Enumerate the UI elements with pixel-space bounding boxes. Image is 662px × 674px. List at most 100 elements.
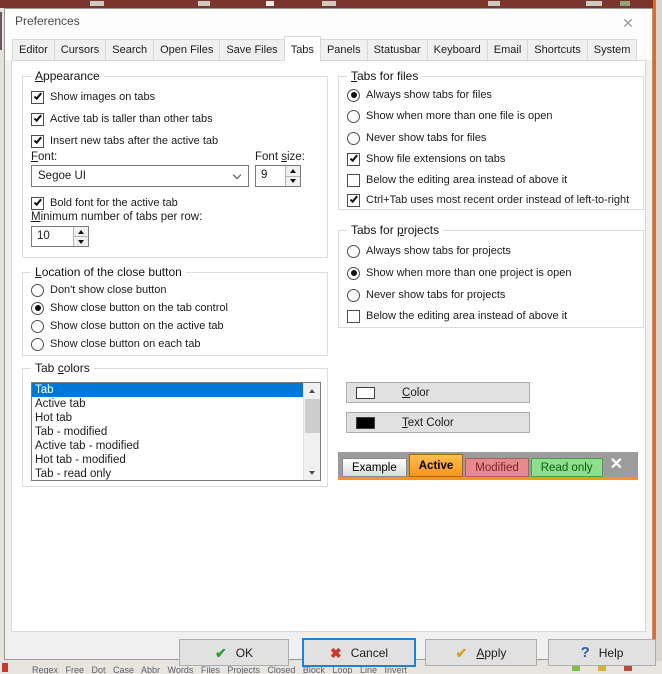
spin-down-icon[interactable] (285, 176, 300, 187)
checkbox-icon (347, 153, 360, 166)
preview-tab-readonly: Read only (531, 458, 603, 477)
show-extensions-checkbox[interactable]: Show file extensions on tabs (347, 151, 505, 167)
tab-panels[interactable]: Panels (320, 39, 368, 60)
color-swatch-icon (356, 387, 375, 399)
checkbox-icon (31, 197, 44, 210)
tabs-for-files-title: Tabs for files (347, 69, 422, 83)
tab-tabs[interactable]: Tabs (284, 36, 321, 61)
spin-down-icon[interactable] (73, 236, 88, 246)
list-item[interactable]: Tab - read only (32, 467, 303, 481)
list-item[interactable]: Hot tab - modified (32, 453, 303, 467)
help-button[interactable]: ? Help (548, 639, 656, 666)
font-select[interactable]: Segoe UI (31, 165, 249, 187)
tab-system[interactable]: System (587, 39, 638, 60)
preview-accent-stripe (338, 477, 638, 480)
radio-close-on-tab-control[interactable]: Show close button on the tab control (31, 300, 228, 316)
radio-never-show-project-tabs[interactable]: Never show tabs for projects (347, 287, 505, 303)
radio-close-on-each-tab[interactable]: Show close button on each tab (31, 336, 200, 352)
tab-open-files[interactable]: Open Files (153, 39, 220, 60)
list-scrollbar[interactable] (303, 383, 320, 480)
list-item[interactable]: Active tab - modified (32, 439, 303, 453)
tab-cursors[interactable]: Cursors (54, 39, 107, 60)
bold-active-tab-checkbox[interactable]: Bold font for the active tab (31, 195, 178, 211)
gold-check-icon: ✔ (456, 646, 468, 660)
cancel-button[interactable]: ✖ Cancel (302, 638, 416, 667)
tab-save-files[interactable]: Save Files (219, 39, 284, 60)
color-button[interactable]: Color (346, 382, 530, 403)
min-tabs-stepper[interactable]: 10 (31, 226, 89, 247)
tab-editor[interactable]: Editor (12, 39, 55, 60)
preview-tabs: Example Active Modified Read only (342, 454, 603, 477)
preferences-tabstrip: Editor Cursors Search Open Files Save Fi… (12, 34, 636, 60)
topbar-icon (322, 1, 336, 6)
checkbox-icon (31, 113, 44, 126)
radio-icon (347, 245, 360, 258)
tab-email[interactable]: Email (487, 39, 529, 60)
radio-dont-show-close[interactable]: Don't show close button (31, 282, 166, 298)
dialog-header: Preferences ✕ Editor Cursors Search Open… (5, 9, 652, 60)
topbar-icon (620, 1, 630, 6)
topbar-icon (266, 1, 274, 6)
tab-colors-group: Tab colors Tab Active tab Hot tab Tab - … (22, 368, 328, 487)
topbar-icon (198, 1, 210, 6)
tab-shortcuts[interactable]: Shortcuts (527, 39, 587, 60)
tab-colors-group-title: Tab colors (31, 361, 94, 375)
radio-icon (31, 284, 44, 297)
apply-button[interactable]: ✔ Apply (425, 639, 537, 666)
topbar-icon (488, 1, 500, 6)
font-size-stepper[interactable]: 9 (255, 165, 301, 187)
radio-never-show-file-tabs[interactable]: Never show tabs for files (347, 130, 486, 146)
topbar-icon (90, 1, 104, 6)
checkbox-icon (31, 135, 44, 148)
radio-show-when-more-projects[interactable]: Show when more than one project is open (347, 265, 571, 281)
text-color-swatch-icon (356, 417, 375, 429)
list-item[interactable]: Hot tab (32, 411, 303, 425)
font-size-value: 9 (261, 166, 267, 185)
radio-close-on-active-tab[interactable]: Show close button on the active tab (31, 318, 224, 334)
spin-up-icon[interactable] (73, 227, 88, 236)
radio-always-show-file-tabs[interactable]: Always show tabs for files (347, 87, 492, 103)
spin-up-icon[interactable] (285, 166, 300, 176)
radio-icon (347, 89, 360, 102)
preferences-dialog: Preferences ✕ Editor Cursors Search Open… (4, 8, 653, 660)
ctrl-tab-order-checkbox[interactable]: Ctrl+Tab uses most recent order instead … (347, 192, 629, 208)
tab-search[interactable]: Search (105, 39, 154, 60)
radio-icon (347, 110, 360, 123)
text-color-button[interactable]: Text Color (346, 412, 530, 433)
ok-button[interactable]: ✔ OK (179, 639, 289, 666)
scroll-down-icon[interactable] (304, 465, 320, 480)
font-select-value: Segoe UI (38, 166, 86, 186)
chevron-down-icon (233, 171, 241, 179)
appearance-group-title: Appearance (31, 69, 104, 83)
topbar-icon (586, 1, 602, 6)
insert-after-active-checkbox[interactable]: Insert new tabs after the active tab (31, 133, 218, 149)
font-size-label: Font size: (255, 151, 305, 163)
checkbox-icon (347, 174, 360, 187)
radio-icon (347, 289, 360, 302)
checkbox-icon (347, 194, 360, 207)
background-app-right-gutter (656, 0, 662, 674)
list-item[interactable]: Tab - modified (32, 425, 303, 439)
preview-tab-active: Active (409, 454, 464, 477)
tab-statusbar[interactable]: Statusbar (367, 39, 428, 60)
dialog-title: Preferences (15, 9, 80, 34)
taller-active-tab-checkbox[interactable]: Active tab is taller than other tabs (31, 111, 213, 127)
close-button-group-title: Location of the close button (31, 265, 186, 279)
blue-question-icon: ? (581, 646, 590, 660)
scroll-up-icon[interactable] (304, 383, 320, 398)
show-images-checkbox[interactable]: Show images on tabs (31, 89, 155, 105)
projects-below-editing-area-checkbox[interactable]: Below the editing area instead of above … (347, 308, 567, 324)
tab-keyboard[interactable]: Keyboard (427, 39, 488, 60)
radio-icon (347, 132, 360, 145)
background-app-left-mark (0, 12, 2, 50)
list-item[interactable]: Tab (32, 383, 303, 397)
close-icon[interactable]: ✕ (618, 13, 638, 33)
radio-show-when-more-files[interactable]: Show when more than one file is open (347, 108, 553, 124)
scrollbar-thumb[interactable] (305, 399, 320, 433)
list-item[interactable]: Active tab (32, 397, 303, 411)
radio-always-show-project-tabs[interactable]: Always show tabs for projects (347, 243, 511, 259)
files-below-editing-area-checkbox[interactable]: Below the editing area instead of above … (347, 172, 567, 188)
toolbar-icon (2, 663, 8, 672)
tab-colors-list[interactable]: Tab Active tab Hot tab Tab - modified Ac… (31, 382, 321, 481)
background-app-topbar (0, 0, 662, 8)
